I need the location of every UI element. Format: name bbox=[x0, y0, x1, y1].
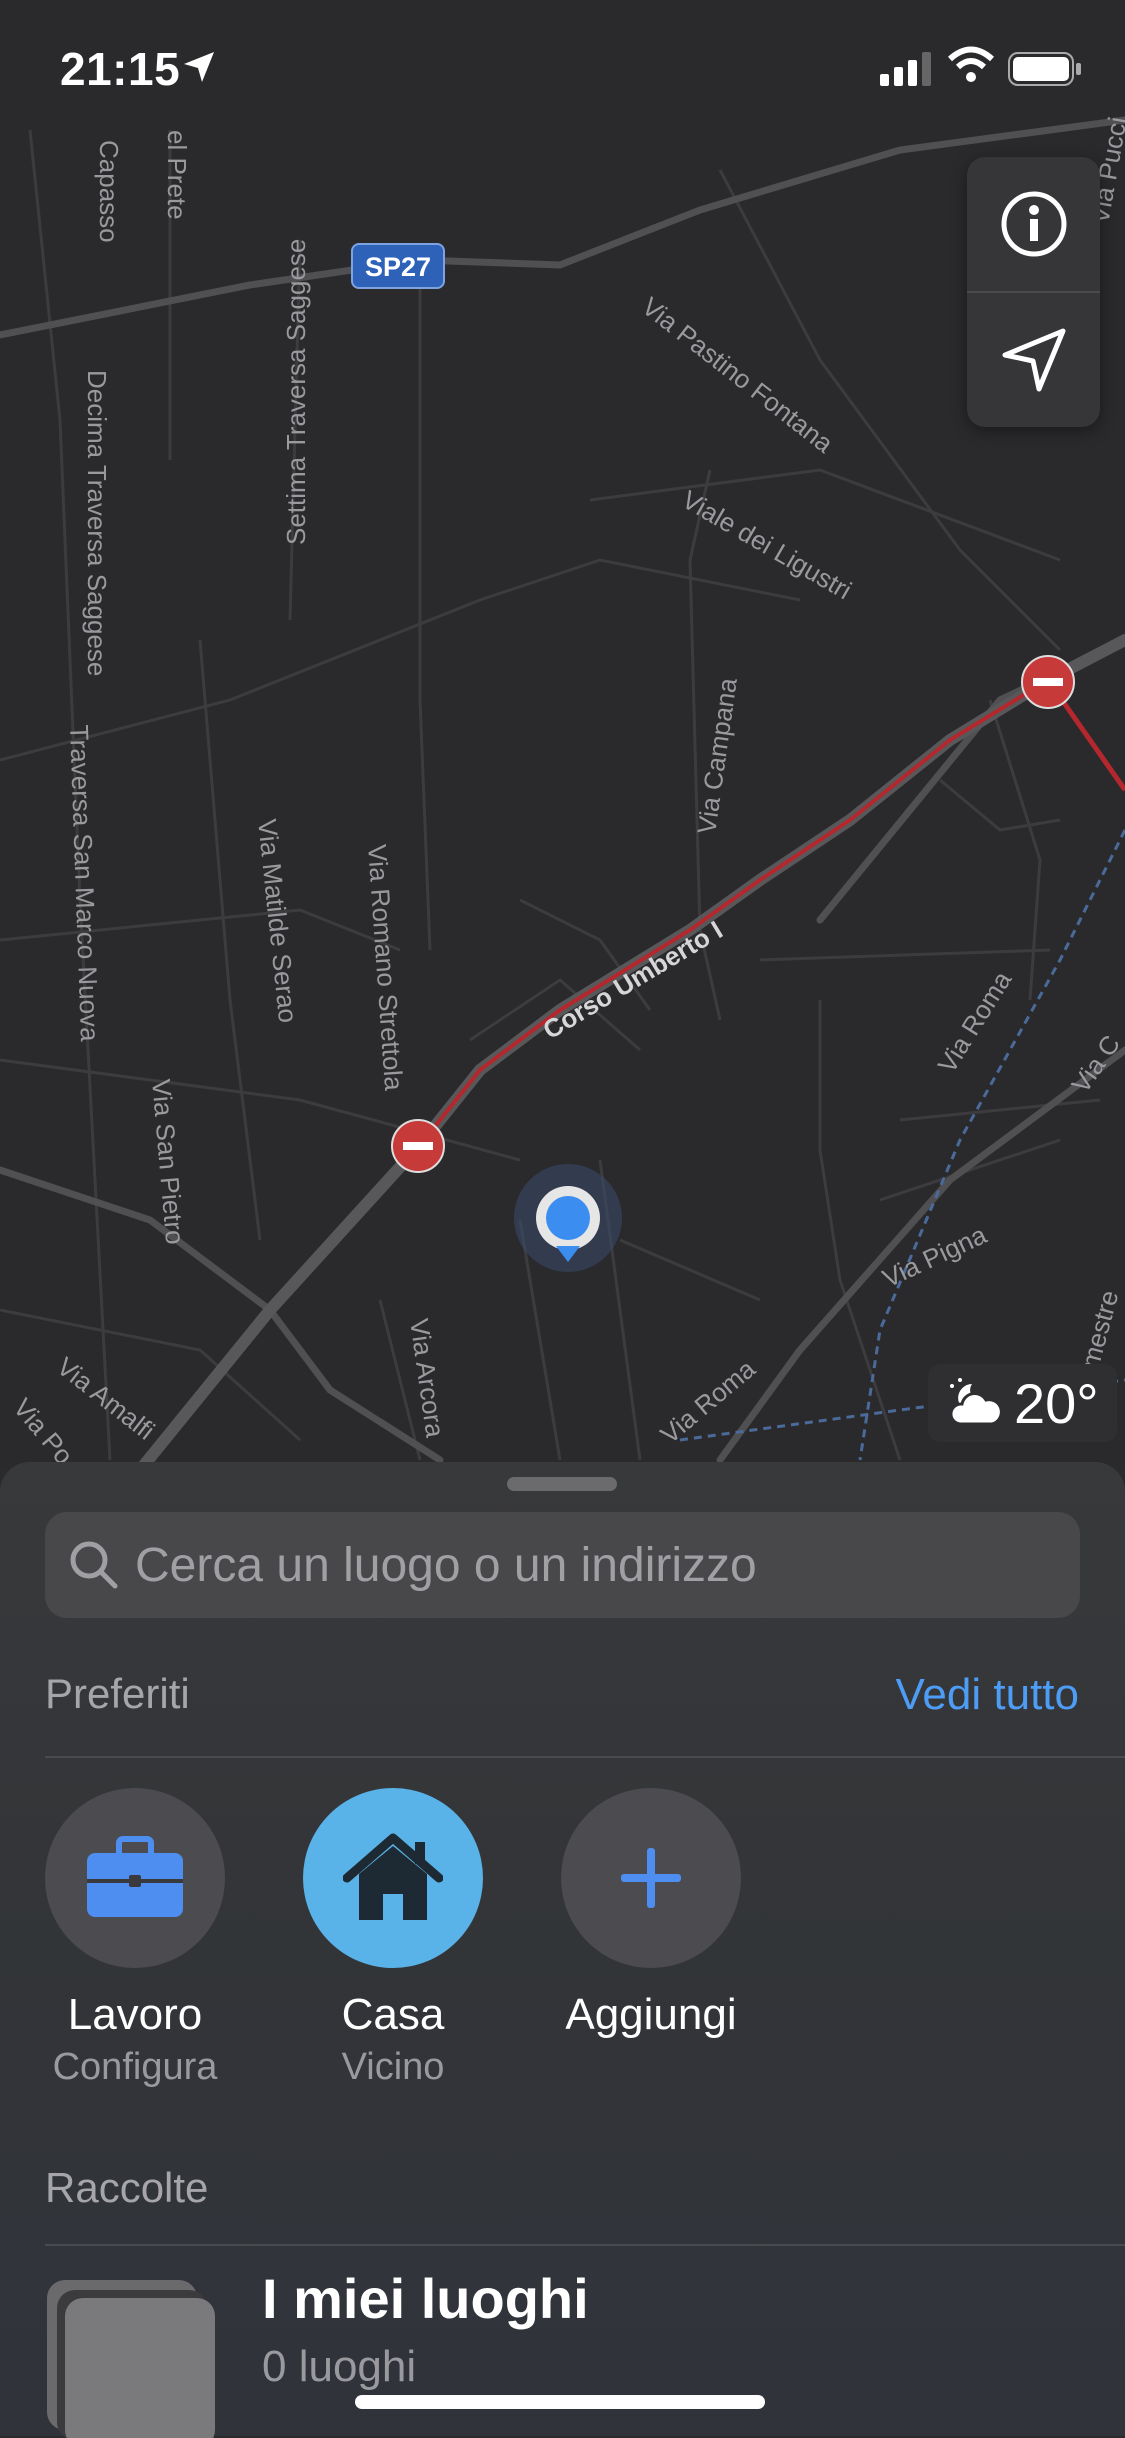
road-label: Via Campana bbox=[691, 676, 743, 836]
road-label: Decima Traversa Saggese bbox=[82, 370, 112, 676]
favorite-sublabel: Configura bbox=[52, 2046, 218, 2088]
favorite-label: Aggiungi bbox=[565, 1990, 737, 2039]
favorites-title: Preferiti bbox=[45, 1670, 190, 1717]
road-label: Via Roma bbox=[932, 965, 1018, 1078]
collection-name: I miei luoghi bbox=[262, 2267, 589, 2330]
map-view[interactable]: Capasso el Prete Settima Traversa Sagges… bbox=[0, 0, 1125, 1470]
weather-badge: 20° bbox=[928, 1364, 1117, 1442]
collection-count: 0 luoghi bbox=[262, 2342, 417, 2391]
road-label: Viale dei Ligustri bbox=[677, 484, 857, 605]
bottom-sheet: Cerca un luogo o un indirizzo Preferiti … bbox=[0, 1462, 1125, 2438]
user-location-icon bbox=[514, 1164, 622, 1272]
road-label: mestre bbox=[1075, 1287, 1125, 1372]
partly-cloudy-night-icon bbox=[949, 1378, 1003, 1426]
road-label: Via Po bbox=[7, 1393, 79, 1470]
road-label: Via C bbox=[1065, 1030, 1125, 1099]
navigation-arrow-icon bbox=[1002, 328, 1065, 392]
favorite-label: Lavoro bbox=[67, 1990, 203, 2039]
favorite-sublabel: Vicino bbox=[341, 2046, 445, 2088]
road-label: Corso Umberto I bbox=[538, 915, 728, 1046]
track-location-button[interactable] bbox=[967, 293, 1100, 427]
house-icon bbox=[303, 1788, 483, 1968]
favorite-add[interactable]: Aggiungi bbox=[551, 1788, 751, 2040]
divider bbox=[45, 1756, 1125, 1758]
road-label: Via Matilde Serao bbox=[252, 817, 303, 1024]
road-label: Via Romano Strettola bbox=[362, 843, 409, 1092]
no-entry-icon bbox=[1021, 655, 1075, 709]
cellular-signal-icon bbox=[880, 52, 931, 86]
map-controls bbox=[967, 157, 1100, 427]
road-label: el Prete bbox=[162, 130, 192, 220]
road-label: Traversa San Marco Nuova bbox=[64, 724, 105, 1042]
status-bar: 21:15 bbox=[0, 0, 1125, 130]
search-icon bbox=[70, 1541, 118, 1589]
status-time: 21:15 bbox=[60, 43, 181, 95]
plus-icon bbox=[561, 1788, 741, 1968]
location-services-icon bbox=[184, 52, 214, 82]
road-label: Capasso bbox=[94, 140, 124, 243]
home-indicator[interactable] bbox=[355, 2395, 765, 2409]
wifi-icon bbox=[948, 46, 994, 82]
search-placeholder: Cerca un luogo o un indirizzo bbox=[135, 1539, 757, 1592]
briefcase-icon bbox=[45, 1788, 225, 1968]
info-icon bbox=[1001, 191, 1066, 257]
collection-thumbnail-icon bbox=[47, 2280, 215, 2438]
battery-icon bbox=[1008, 52, 1081, 86]
road-label: Settima Traversa Saggese bbox=[281, 239, 311, 545]
favorite-work[interactable]: Lavoro Configura bbox=[35, 1788, 235, 2089]
sheet-grabber[interactable] bbox=[507, 1477, 617, 1491]
favorite-label: Casa bbox=[341, 1990, 445, 2039]
divider bbox=[45, 2244, 1125, 2246]
info-button[interactable] bbox=[967, 157, 1100, 291]
see-all-link[interactable]: Vedi tutto bbox=[896, 1670, 1079, 1720]
temperature: 20° bbox=[1014, 1371, 1099, 1435]
collections-title: Raccolte bbox=[45, 2164, 209, 2211]
highway-shield: SP27 bbox=[365, 252, 431, 282]
no-entry-icon bbox=[391, 1119, 445, 1173]
map-roads: Capasso el Prete Settima Traversa Sagges… bbox=[0, 115, 1125, 1470]
search-input[interactable]: Cerca un luogo o un indirizzo bbox=[45, 1512, 1080, 1618]
road-label: Via Pigna bbox=[878, 1219, 992, 1293]
favorite-home[interactable]: Casa Vicino bbox=[293, 1788, 493, 2089]
road-label: Via Pastino Fontana bbox=[636, 291, 839, 459]
